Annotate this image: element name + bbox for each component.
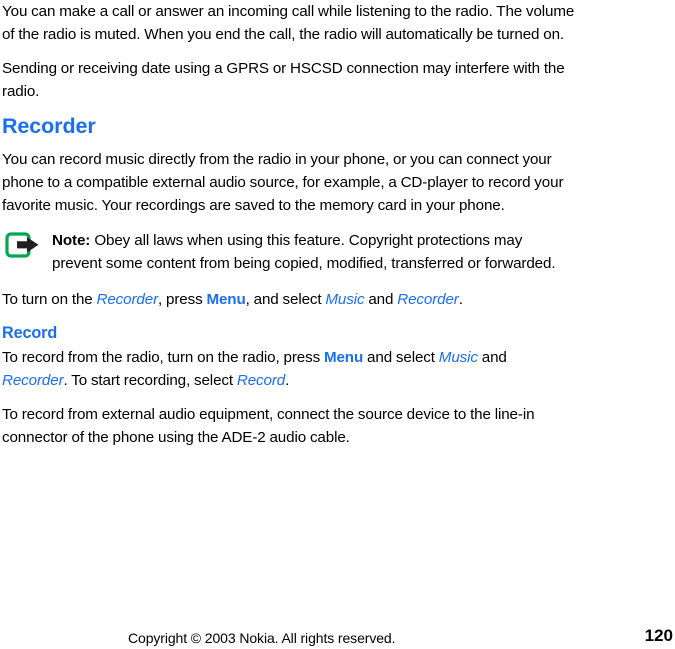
ref-recorder: Recorder <box>96 291 159 308</box>
subsection-title-record: Record <box>2 324 58 342</box>
paragraph-record-from-radio: To record from the radio, turn on the ra… <box>2 346 575 392</box>
note-label: Note: <box>52 232 91 249</box>
note-arrow-icon <box>5 232 41 258</box>
note-text: Note: Obey all laws when using this feat… <box>52 229 575 275</box>
note-callout: Note: Obey all laws when using this feat… <box>2 229 575 275</box>
record-text-1: To record from the radio, turn on the ra… <box>2 349 324 366</box>
ref-recorder-3: Recorder <box>2 372 64 389</box>
note-body: Obey all laws when using this feature. C… <box>52 232 556 272</box>
ref-menu: Menu <box>206 291 246 308</box>
manual-page: You can make a call or answer an incomin… <box>0 0 675 649</box>
ref-recorder-2: Recorder <box>397 291 459 308</box>
turn-on-text-3: , and select <box>245 291 326 308</box>
paragraph-gprs-interference: Sending or receiving date using a GPRS o… <box>2 60 565 100</box>
paragraph-turn-on-recorder: To turn on the Recorder, press Menu, and… <box>2 288 575 311</box>
page-footer: Copyright © 2003 Nokia. All rights reser… <box>0 626 675 649</box>
paragraph-external-audio: To record from external audio equipment,… <box>2 406 535 446</box>
paragraph-radio-call: You can make a call or answer an incomin… <box>2 3 575 43</box>
turn-on-text-1: To turn on the <box>2 291 97 308</box>
record-text-2: and select <box>363 349 439 366</box>
ref-menu-2: Menu <box>323 349 364 366</box>
record-text-5: . <box>285 372 290 389</box>
turn-on-text-4: and <box>364 291 398 308</box>
turn-on-text-2: , press <box>158 291 207 308</box>
page-number: 120 <box>644 626 673 645</box>
paragraph-record-music: You can record music directly from the r… <box>2 151 564 214</box>
ref-music-2: Music <box>438 349 478 366</box>
page-title: Recorder <box>2 114 96 138</box>
page-content: You can make a call or answer an incomin… <box>2 0 575 460</box>
ref-record: Record <box>236 372 286 389</box>
record-text-3: and <box>477 349 507 366</box>
ref-music: Music <box>325 291 365 308</box>
record-text-4: . To start recording, select <box>63 372 237 389</box>
turn-on-text-5: . <box>458 291 463 308</box>
footer-copyright: Copyright © 2003 Nokia. All rights reser… <box>128 630 396 646</box>
